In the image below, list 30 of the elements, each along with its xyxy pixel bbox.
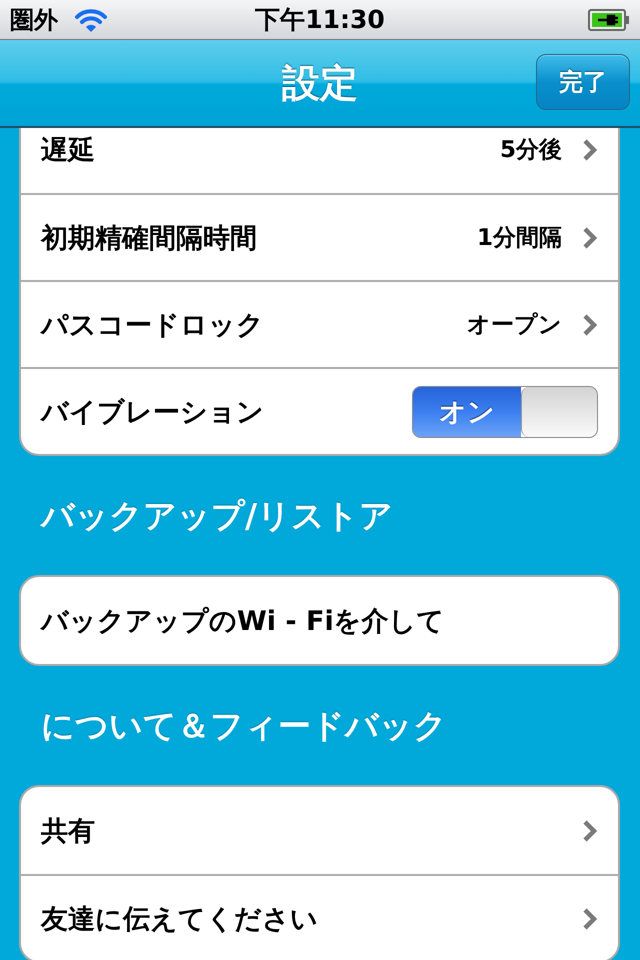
chevron-icon bbox=[582, 226, 598, 250]
row-value: オープン bbox=[467, 311, 562, 340]
chevron-icon bbox=[582, 312, 598, 336]
chevron-icon bbox=[582, 138, 598, 162]
settings-row[interactable]: 遅延 5分後 bbox=[21, 128, 618, 193]
chevron-icon bbox=[582, 818, 598, 842]
settings-row[interactable]: バックアップのWi - Fiを介して bbox=[21, 577, 618, 664]
row-value: 1分間隔 bbox=[476, 224, 562, 253]
clock-time: 下午11:30 bbox=[255, 4, 385, 36]
settings-row[interactable]: 友達に伝えてください bbox=[21, 874, 618, 960]
row-value: 5分後 bbox=[500, 136, 562, 165]
row-label: パスコードロック bbox=[41, 308, 265, 342]
battery-charging-icon bbox=[588, 8, 630, 30]
section-header: バックアップ/リストア bbox=[38, 495, 394, 537]
settings-row[interactable]: 共有 bbox=[21, 787, 618, 874]
row-label: 友達に伝えてください bbox=[41, 902, 319, 936]
carrier-label: 圏外 bbox=[10, 4, 58, 36]
section-header: について＆フィードバック bbox=[40, 705, 448, 747]
row-label: 遅延 bbox=[41, 134, 96, 168]
done-button[interactable]: 完了 bbox=[536, 54, 630, 110]
chevron-icon bbox=[582, 906, 598, 930]
settings-row[interactable]: バイブレーション オン bbox=[21, 367, 618, 454]
row-label: バイブレーション bbox=[41, 396, 265, 430]
row-label: 初期精確間隔時間 bbox=[41, 222, 258, 256]
screen-title: 設定 bbox=[282, 60, 358, 106]
row-label: 共有 bbox=[41, 814, 96, 848]
settings-row[interactable]: 初期精確間隔時間 1分間隔 bbox=[21, 193, 618, 280]
toggle-switch[interactable]: オン bbox=[412, 386, 598, 438]
row-label: バックアップのWi - Fiを介して bbox=[41, 604, 446, 638]
settings-row[interactable]: パスコードロック オープン bbox=[21, 280, 618, 367]
